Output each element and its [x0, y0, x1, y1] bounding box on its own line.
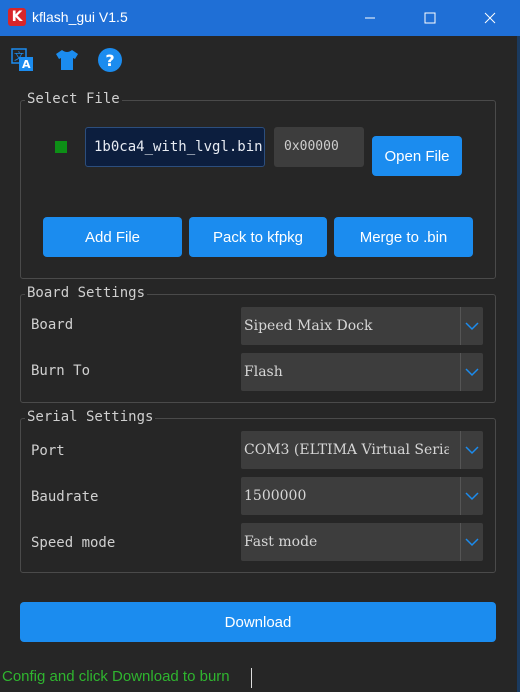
help-button[interactable]: ?: [96, 46, 124, 74]
burn-to-select[interactable]: Flash: [241, 353, 483, 391]
group-title: Serial Settings: [25, 409, 156, 425]
app-logo-icon: K: [8, 8, 26, 26]
tshirt-icon: [56, 50, 78, 70]
burn-to-label: Burn To: [31, 363, 91, 379]
merge-bin-button[interactable]: Merge to .bin: [334, 217, 473, 257]
group-title: Board Settings: [25, 285, 148, 301]
svg-text:?: ?: [105, 51, 114, 70]
language-button[interactable]: 文 A: [8, 46, 36, 74]
file-path-field[interactable]: 1b0ca4_with_lvgl.bin: [85, 127, 265, 167]
address-field[interactable]: 0x00000: [274, 127, 364, 167]
help-icon: ?: [98, 48, 122, 72]
board-label: Board: [31, 317, 74, 333]
maximize-button[interactable]: [400, 0, 460, 36]
close-icon: [484, 12, 496, 24]
speed-mode-select[interactable]: Fast mode: [241, 523, 483, 561]
download-button[interactable]: Download: [20, 602, 496, 642]
chevron-down-icon[interactable]: [460, 523, 483, 561]
skin-button[interactable]: [53, 46, 81, 74]
board-select[interactable]: Sipeed Maix Dock: [241, 307, 483, 345]
select-file-group: Select File 1b0ca4_with_lvgl.bin 0x00000…: [20, 91, 496, 279]
board-settings-group: Board Settings Board Sipeed Maix Dock Bu…: [20, 285, 496, 403]
translate-icon: 文 A: [11, 48, 33, 71]
add-file-button[interactable]: Add File: [43, 217, 182, 257]
text-cursor: [251, 668, 252, 688]
open-file-button[interactable]: Open File: [372, 136, 462, 176]
minimize-button[interactable]: [340, 0, 400, 36]
chevron-down-icon[interactable]: [460, 477, 483, 515]
status-message: Config and click Download to burn: [2, 668, 230, 685]
port-value: COM3 (ELTIMA Virtual Serial Port): [244, 442, 449, 458]
title-bar[interactable]: K kflash_gui V1.5: [0, 0, 520, 36]
svg-text:A: A: [22, 58, 31, 71]
pack-kfpkg-button[interactable]: Pack to kfpkg: [189, 217, 327, 257]
chevron-down-icon[interactable]: [460, 431, 483, 469]
chevron-down-icon[interactable]: [460, 353, 483, 391]
file-enabled-indicator[interactable]: [55, 141, 67, 153]
speed-mode-value: Fast mode: [244, 534, 318, 550]
serial-settings-group: Serial Settings Port COM3 (ELTIMA Virtua…: [20, 409, 496, 573]
close-button[interactable]: [460, 0, 520, 36]
chevron-down-icon[interactable]: [460, 307, 483, 345]
port-label: Port: [31, 443, 65, 459]
baudrate-label: Baudrate: [31, 489, 99, 505]
port-select[interactable]: COM3 (ELTIMA Virtual Serial Port): [241, 431, 483, 469]
window-title: kflash_gui V1.5: [32, 9, 128, 25]
burn-to-value: Flash: [244, 364, 283, 380]
board-value: Sipeed Maix Dock: [244, 318, 373, 334]
baudrate-select[interactable]: 1500000: [241, 477, 483, 515]
group-title: Select File: [25, 91, 122, 107]
baudrate-value: 1500000: [244, 488, 307, 504]
minimize-icon: [365, 17, 375, 19]
speed-mode-label: Speed mode: [31, 535, 116, 551]
maximize-icon: [424, 12, 436, 24]
